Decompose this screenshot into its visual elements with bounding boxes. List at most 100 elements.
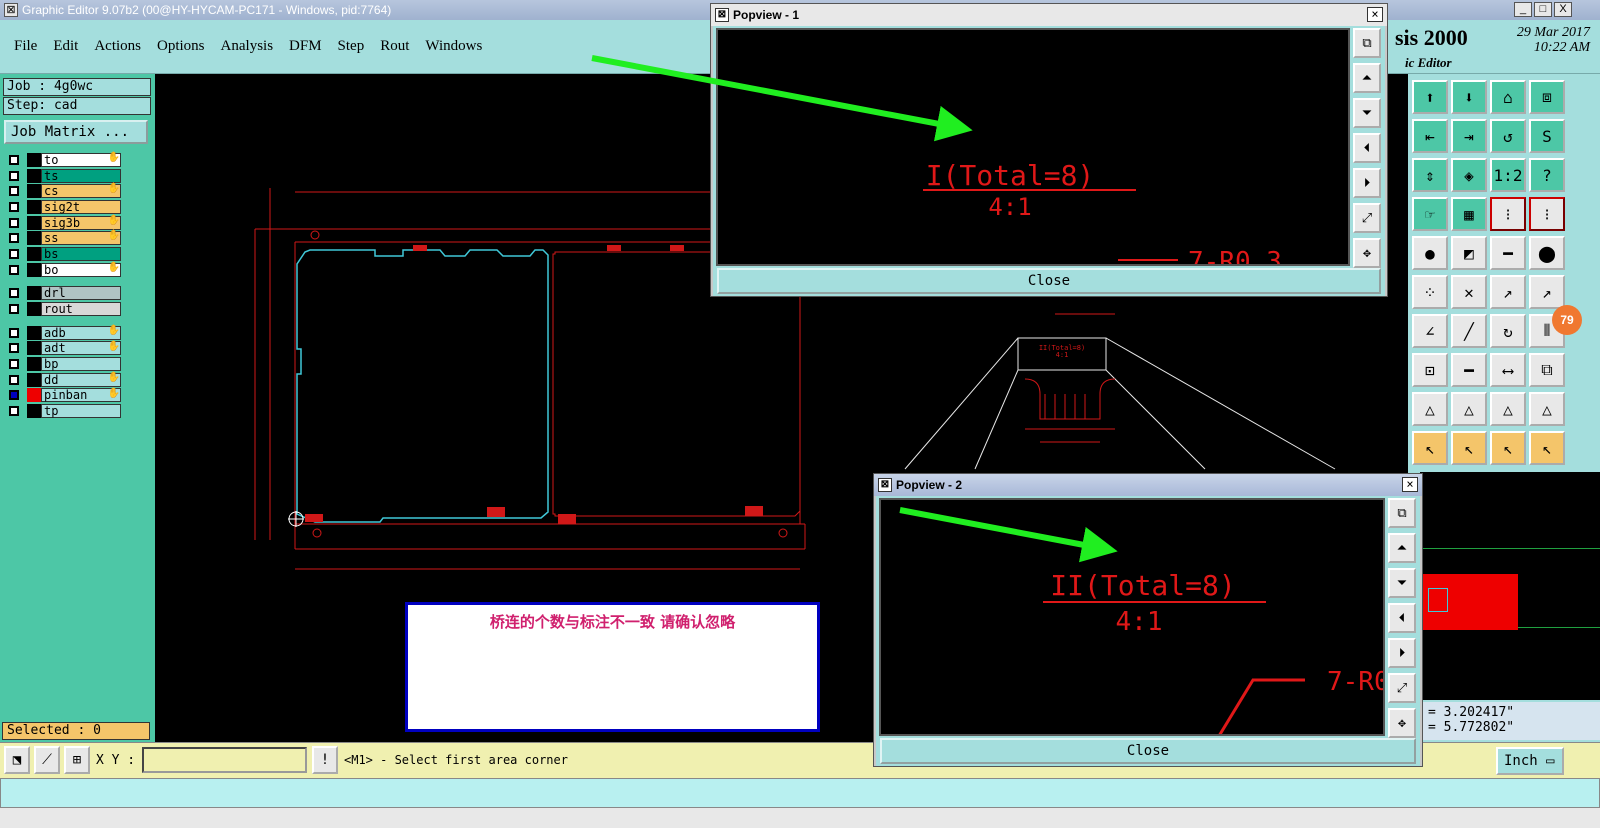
layer-row[interactable]: bp	[4, 356, 124, 372]
layer-checkbox[interactable]	[9, 264, 19, 275]
layer-checkbox[interactable]	[9, 288, 19, 299]
pan-left-icon[interactable]: ⏴	[1388, 603, 1416, 633]
pan-up-icon[interactable]: ⏶	[1388, 533, 1416, 563]
layer-name[interactable]: bp	[41, 357, 121, 372]
pointer-d-icon[interactable]: ↖	[1529, 431, 1565, 465]
popview-1-canvas[interactable]: I(Total=8) 4:1 7-R0.3	[716, 28, 1350, 266]
ruler-icon[interactable]: ━	[1490, 236, 1526, 270]
popview-1-close-icon[interactable]: ×	[1367, 7, 1383, 22]
zoom-fit-icon[interactable]: ⧉	[1353, 28, 1381, 58]
popview-2-close-button[interactable]: Close	[880, 738, 1416, 764]
pan-right-icon[interactable]: ⏵	[1353, 168, 1381, 198]
connect-icon[interactable]: ⁘	[1412, 275, 1448, 309]
layer-row[interactable]: drl	[4, 286, 124, 302]
layer-checkbox[interactable]	[9, 359, 19, 370]
pan-right-icon[interactable]: ⏵	[1388, 638, 1416, 668]
popview-2-canvas[interactable]: II(Total=8) 4:1 7-R0	[879, 498, 1385, 736]
layer-row[interactable]: pinban ✋	[4, 388, 124, 404]
pan-down-icon[interactable]: ⏷	[1353, 98, 1381, 128]
job-matrix-button[interactable]: Job Matrix ...	[4, 120, 148, 144]
layer-name[interactable]: sig2t	[41, 199, 121, 214]
zoom-in-icon[interactable]: ⤢	[1388, 673, 1416, 703]
rotate-icon[interactable]: ↺	[1490, 119, 1526, 153]
layer-row[interactable]: bo ✋	[4, 262, 124, 278]
layer-checkbox[interactable]	[9, 233, 19, 244]
polygon-icon[interactable]: ◩	[1451, 236, 1487, 270]
layer-row[interactable]: sig3b ✋	[4, 215, 124, 231]
move-up-icon[interactable]: ⬆	[1412, 80, 1448, 114]
line-icon[interactable]: ╱	[1451, 314, 1487, 348]
popview-2-close-icon[interactable]: ×	[1402, 477, 1418, 492]
zoom-out-icon[interactable]: ✥	[1388, 708, 1416, 738]
layer-row[interactable]: adb ✋	[4, 325, 124, 341]
layer-row[interactable]: ts	[4, 168, 124, 184]
xy-input[interactable]	[142, 747, 307, 773]
info-icon[interactable]: !	[312, 746, 338, 774]
layer-row[interactable]: rout	[4, 301, 124, 317]
center-icon[interactable]: ◈	[1451, 158, 1487, 192]
layer-name[interactable]: bs	[41, 246, 121, 261]
shift-left-icon[interactable]: ⇤	[1412, 119, 1448, 153]
pad-icon[interactable]: ⬤	[1529, 236, 1565, 270]
delete-icon[interactable]: ✕	[1451, 275, 1487, 309]
menu-edit[interactable]: Edit	[53, 38, 78, 55]
arc-icon[interactable]: ↻	[1490, 314, 1526, 348]
triangle-d-icon[interactable]: △	[1529, 392, 1565, 426]
select-feature-icon[interactable]: ●	[1412, 236, 1448, 270]
dimension-icon[interactable]: ⟷	[1490, 353, 1526, 387]
pointer-c-icon[interactable]: ↖	[1490, 431, 1526, 465]
layer-checkbox[interactable]	[9, 304, 19, 315]
layer-row[interactable]: ss ✋	[4, 230, 124, 246]
menu-actions[interactable]: Actions	[94, 38, 141, 55]
layer-row[interactable]: sig2t	[4, 199, 124, 215]
pointer-b-icon[interactable]: ↖	[1451, 431, 1487, 465]
menu-rout[interactable]: Rout	[380, 38, 409, 55]
layer-checkbox[interactable]	[9, 217, 19, 228]
zoom-area-icon[interactable]: ⬔	[4, 746, 30, 774]
layer-row[interactable]: tp	[4, 403, 124, 419]
layer-checkbox[interactable]	[9, 170, 19, 181]
menu-windows[interactable]: Windows	[425, 38, 482, 55]
layer-checkbox[interactable]	[9, 343, 19, 354]
zoom-in-icon[interactable]: ⤢	[1353, 203, 1381, 233]
zoom-fit-icon[interactable]: ⧉	[1388, 498, 1416, 528]
move-arc-icon[interactable]: ↗	[1529, 275, 1565, 309]
layer-checkbox[interactable]	[9, 374, 19, 385]
move-down-icon[interactable]: ⬇	[1451, 80, 1487, 114]
menu-file[interactable]: File	[14, 38, 37, 55]
zoom-out-icon[interactable]: ✥	[1353, 238, 1381, 268]
popview-1-close-button[interactable]: Close	[717, 268, 1381, 294]
step-icon[interactable]: S	[1529, 119, 1565, 153]
menu-dfm[interactable]: DFM	[289, 38, 322, 55]
add-line-icon[interactable]: ━	[1451, 353, 1487, 387]
layer-checkbox[interactable]	[9, 154, 19, 165]
layer-checkbox[interactable]	[9, 248, 19, 259]
triangle-b-icon[interactable]: △	[1451, 392, 1487, 426]
grid-snap-icon[interactable]: ⊞	[64, 746, 90, 774]
layer-checkbox[interactable]	[9, 201, 19, 212]
maximize-button[interactable]: □	[1534, 2, 1552, 17]
grid-icon[interactable]: ▦	[1451, 197, 1487, 231]
layer-name[interactable]: ts	[41, 168, 121, 183]
feature-icon[interactable]: ☞	[1412, 197, 1448, 231]
pointer-a-icon[interactable]: ↖	[1412, 431, 1448, 465]
menu-step[interactable]: Step	[338, 38, 365, 55]
layer-row[interactable]: dd ✋	[4, 372, 124, 388]
pan-up-icon[interactable]: ⏶	[1353, 63, 1381, 93]
layer-name[interactable]: drl	[41, 286, 121, 301]
move-point-icon[interactable]: ↗	[1490, 275, 1526, 309]
layer-checkbox[interactable]	[9, 186, 19, 197]
home-icon[interactable]: ⌂	[1490, 80, 1526, 114]
menu-analysis[interactable]: Analysis	[221, 38, 274, 55]
fit-icon[interactable]: ⧈	[1529, 80, 1565, 114]
menu-options[interactable]: Options	[157, 38, 205, 55]
triangle-c-icon[interactable]: △	[1490, 392, 1526, 426]
net-b-icon[interactable]: ⁝	[1529, 197, 1565, 231]
pan-down-icon[interactable]: ⏷	[1388, 568, 1416, 598]
layer-name[interactable]: rout	[41, 302, 121, 317]
angle-icon[interactable]: ∠	[1412, 314, 1448, 348]
measure-icon[interactable]: ⟋	[34, 746, 60, 774]
add-pad-icon[interactable]: ⊡	[1412, 353, 1448, 387]
minimize-button[interactable]: _	[1514, 2, 1532, 17]
layer-checkbox[interactable]	[9, 327, 19, 338]
